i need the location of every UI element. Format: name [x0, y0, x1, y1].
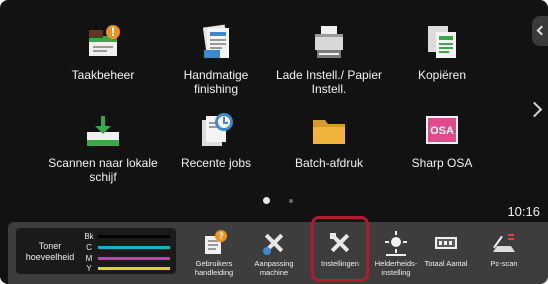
recent-jobs-icon: [202, 113, 233, 146]
clock: 10:16: [507, 204, 540, 219]
page-indicator: [289, 199, 293, 203]
dock-machine-customize[interactable]: Aanpassing machine: [248, 228, 300, 280]
svg-text:OSA: OSA: [430, 125, 454, 137]
svg-text:?: ?: [218, 231, 224, 241]
tile-manual-finishing[interactable]: Handmatige finishing: [161, 22, 271, 96]
batch-print-icon: [313, 120, 345, 144]
tile-label: Handmatige finishing: [183, 68, 249, 96]
toner-letter: Bk: [84, 232, 94, 241]
tile-label: Kopiëren: [417, 68, 467, 82]
tile-scan-to-local-drive[interactable]: Scannen naar lokale schijf: [48, 110, 158, 184]
tile-label: Sharp OSA: [411, 156, 473, 170]
dock-brightness[interactable]: Helderheids- instelling: [370, 228, 422, 280]
dock-total-count[interactable]: Totaal Aantal: [420, 228, 472, 280]
toner-letter: Y: [86, 264, 92, 273]
dock-pc-scan[interactable]: Pc-scan: [478, 228, 530, 280]
tile-label: Taakbeheer: [71, 68, 135, 82]
manual-finishing-icon: [202, 24, 229, 58]
dock-label: Aanpassing machine: [254, 259, 294, 277]
dock-label: Pc-scan: [490, 259, 518, 268]
dock-label: Gebruikers handleiding: [194, 259, 234, 277]
scan-to-local-drive-icon: [87, 116, 119, 146]
toner-title: Toner hoeveelheid: [25, 241, 75, 262]
tile-label: Batch-afdruk: [294, 156, 364, 170]
tile-batch-print[interactable]: Batch-afdruk: [274, 110, 384, 170]
toner-bar-cyan: [98, 246, 170, 249]
next-page-arrow-icon[interactable]: [526, 101, 543, 118]
tray-settings-icon: [315, 26, 343, 58]
tile-copy[interactable]: Kopiëren: [387, 22, 497, 82]
toner-bar-black: [98, 235, 170, 238]
brightness-icon: [385, 231, 407, 256]
dock-label: Totaal Aantal: [424, 259, 468, 268]
home-screen: Taakbeheer Handmatige finishing Lade Ins…: [0, 0, 548, 284]
toner-letter: C: [86, 243, 92, 252]
total-count-icon: [435, 237, 457, 249]
tile-recent-jobs[interactable]: Recente jobs: [161, 110, 271, 170]
sharp-osa-icon: OSA: [426, 116, 458, 144]
machine-customize-icon: [263, 233, 284, 255]
pc-scan-icon: [493, 234, 515, 252]
tile-job-status[interactable]: Taakbeheer: [48, 22, 158, 82]
toner-bar-magenta: [98, 257, 170, 260]
toner-letter: M: [85, 254, 93, 263]
tile-label: Lade Instell./ Papier Instell.: [275, 68, 383, 96]
copy-icon: [428, 26, 456, 58]
toner-bar-yellow: [98, 267, 170, 270]
tile-label: Recente jobs: [180, 156, 252, 170]
tile-tray-settings[interactable]: Lade Instell./ Papier Instell.: [274, 22, 384, 96]
tile-sharp-osa[interactable]: OSA Sharp OSA: [387, 110, 497, 170]
dock-label: Helderheids- instelling: [374, 259, 418, 277]
tile-label: Scannen naar lokale schijf: [48, 156, 158, 184]
selected-item-highlight: [311, 216, 369, 282]
toner-level-panel: Toner hoeveelheid Bk C M Y: [16, 228, 176, 274]
user-manual-icon: ?: [205, 230, 227, 254]
page-indicator-active: [263, 197, 270, 204]
dock-user-manual[interactable]: ? Gebruikers handleiding: [188, 228, 240, 280]
job-status-icon: [89, 25, 120, 56]
